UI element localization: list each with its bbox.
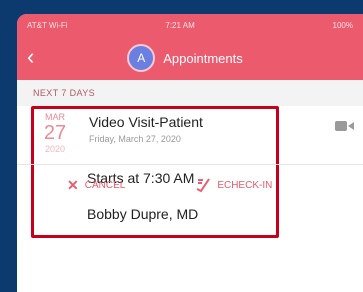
date-day: 27 xyxy=(43,122,67,144)
echeckin-button[interactable]: ECHECK-IN xyxy=(195,177,272,193)
cancel-label: CANCEL xyxy=(84,179,126,191)
appointment-provider: Bobby Dupre, MD xyxy=(87,206,199,222)
clock-label: 7:21 AM xyxy=(165,20,195,30)
cancel-button[interactable]: ✕ CANCEL xyxy=(67,177,125,194)
appointment-date-block: MAR 27 2020 xyxy=(39,112,71,154)
date-year: 2020 xyxy=(44,144,66,154)
page-title: Appointments xyxy=(163,50,243,66)
appointment-title: Video Visit-Patient xyxy=(89,114,203,130)
status-bar: AT&T Wi-Fi 7:21 AM 100% xyxy=(17,14,363,36)
section-header: NEXT 7 DAYS xyxy=(17,80,363,106)
phone-screen: AT&T Wi-Fi 7:21 AM 100% ‹ A Appointments… xyxy=(17,14,363,292)
avatar[interactable]: A xyxy=(127,44,156,72)
echeckin-label: ECHECK-IN xyxy=(217,179,273,191)
video-camera-icon[interactable] xyxy=(335,120,355,132)
nav-bar: ‹ A Appointments xyxy=(17,36,363,80)
appointment-full-date: Friday, March 27, 2020 xyxy=(89,134,181,144)
carrier-label: AT&T Wi-Fi xyxy=(27,20,68,30)
date-month: MAR xyxy=(45,112,65,122)
chevron-left-icon[interactable]: ‹ xyxy=(27,44,34,70)
battery-label: 100% xyxy=(332,20,353,30)
nav-title-group: A Appointments xyxy=(127,44,243,72)
echeckin-icon xyxy=(196,178,211,193)
appointment-actions: ✕ CANCEL ECHECK-IN xyxy=(17,165,363,205)
close-icon: ✕ xyxy=(67,176,79,193)
